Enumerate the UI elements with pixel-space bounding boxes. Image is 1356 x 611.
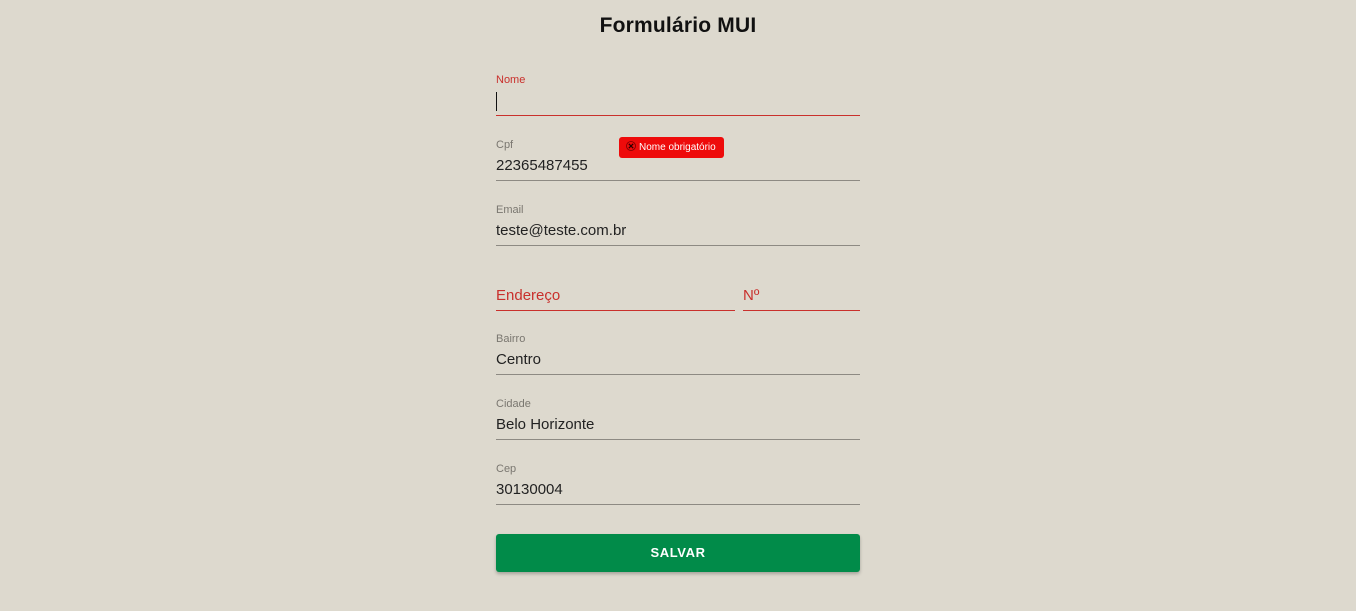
email-label: Email bbox=[496, 204, 524, 216]
endereco-underline bbox=[496, 310, 735, 311]
save-button[interactable]: SALVAR bbox=[496, 534, 860, 572]
numero-underline bbox=[743, 310, 860, 311]
bairro-label: Bairro bbox=[496, 333, 526, 345]
cpf-label: Cpf bbox=[496, 139, 514, 151]
endereco-label: Endereço bbox=[496, 287, 561, 304]
cep-field[interactable]: Cep 30130004 bbox=[496, 462, 860, 506]
registration-form: Nome Cpf 22365487455 Nome obrigatório Em… bbox=[496, 0, 860, 611]
cidade-field[interactable]: Cidade Belo Horizonte bbox=[496, 397, 860, 441]
nome-label: Nome bbox=[496, 74, 526, 86]
cidade-underline bbox=[496, 439, 860, 440]
cep-underline bbox=[496, 504, 860, 505]
cidade-label: Cidade bbox=[496, 398, 531, 410]
bairro-field[interactable]: Bairro Centro bbox=[496, 332, 860, 376]
endereco-field[interactable]: Endereço bbox=[496, 268, 735, 312]
cpf-underline bbox=[496, 180, 860, 181]
bairro-underline bbox=[496, 374, 860, 375]
text-cursor bbox=[496, 92, 497, 111]
email-field[interactable]: Email teste@teste.com.br bbox=[496, 203, 860, 247]
email-underline bbox=[496, 245, 860, 246]
cpf-input[interactable]: 22365487455 bbox=[496, 157, 588, 175]
close-x-icon bbox=[626, 141, 636, 151]
cidade-input[interactable]: Belo Horizonte bbox=[496, 416, 594, 434]
error-tooltip: Nome obrigatório bbox=[619, 137, 724, 158]
cep-label: Cep bbox=[496, 463, 517, 475]
page: Formulário MUI Nome Cpf 22365487455 Nome… bbox=[0, 0, 1356, 611]
error-tooltip-text: Nome obrigatório bbox=[639, 142, 716, 153]
numero-field[interactable]: Nº bbox=[743, 268, 860, 312]
nome-underline bbox=[496, 115, 860, 116]
cep-input[interactable]: 30130004 bbox=[496, 481, 563, 499]
numero-label: Nº bbox=[743, 287, 760, 304]
nome-field[interactable]: Nome bbox=[496, 73, 860, 117]
email-input[interactable]: teste@teste.com.br bbox=[496, 222, 626, 240]
bairro-input[interactable]: Centro bbox=[496, 351, 541, 369]
